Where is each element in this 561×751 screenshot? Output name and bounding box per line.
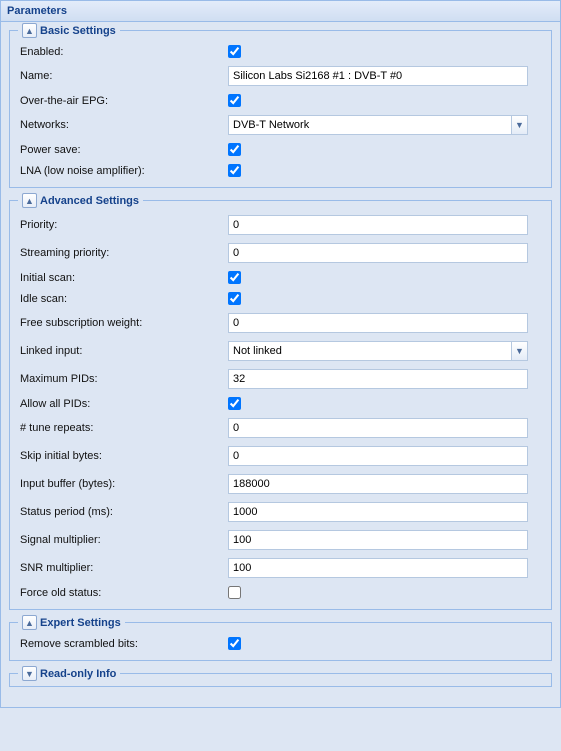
label-forceold: Force old status: xyxy=(20,587,228,599)
row-powersave: Power save: xyxy=(20,139,541,160)
snrmult-input[interactable] xyxy=(228,558,528,578)
label-lna: LNA (low noise amplifier): xyxy=(20,165,228,177)
row-linked: Linked input: ▼ xyxy=(20,337,541,365)
panel-title: Parameters xyxy=(1,1,560,22)
row-removescr: Remove scrambled bits: xyxy=(20,633,541,654)
freesub-input[interactable] xyxy=(228,313,528,333)
label-priority: Priority: xyxy=(20,219,228,231)
label-statusper: Status period (ms): xyxy=(20,506,228,518)
streamprio-input[interactable] xyxy=(228,243,528,263)
label-allowpids: Allow all PIDs: xyxy=(20,398,228,410)
tunerep-input[interactable] xyxy=(228,418,528,438)
row-skipbytes: Skip initial bytes: xyxy=(20,442,541,470)
readonly-info-title: Read-only Info xyxy=(40,668,116,680)
label-skipbytes: Skip initial bytes: xyxy=(20,450,228,462)
label-name: Name: xyxy=(20,70,228,82)
row-priority: Priority: xyxy=(20,211,541,239)
label-initscan: Initial scan: xyxy=(20,272,228,284)
linked-combo[interactable]: ▼ xyxy=(228,341,528,361)
removescr-checkbox[interactable] xyxy=(228,637,241,650)
advanced-settings-title: Advanced Settings xyxy=(40,195,139,207)
chevron-down-icon[interactable]: ▼ xyxy=(511,115,528,135)
row-enabled: Enabled: xyxy=(20,41,541,62)
row-initscan: Initial scan: xyxy=(20,267,541,288)
linked-input[interactable] xyxy=(228,341,511,361)
name-input[interactable] xyxy=(228,66,528,86)
collapse-up-icon[interactable]: ▲ xyxy=(22,615,37,630)
row-freesub: Free subscription weight: xyxy=(20,309,541,337)
row-lna: LNA (low noise amplifier): xyxy=(20,160,541,181)
label-streamprio: Streaming priority: xyxy=(20,247,228,259)
label-powersave: Power save: xyxy=(20,144,228,156)
collapse-up-icon[interactable]: ▲ xyxy=(22,193,37,208)
advanced-settings-fieldset: ▲ Advanced Settings Priority: Streaming … xyxy=(9,200,552,610)
collapse-down-icon[interactable]: ▼ xyxy=(22,666,37,681)
row-statusper: Status period (ms): xyxy=(20,498,541,526)
networks-input[interactable] xyxy=(228,115,511,135)
label-freesub: Free subscription weight: xyxy=(20,317,228,329)
basic-settings-fieldset: ▲ Basic Settings Enabled: Name: Over-the… xyxy=(9,30,552,188)
idlescan-checkbox[interactable] xyxy=(228,292,241,305)
statusper-input[interactable] xyxy=(228,502,528,522)
skipbytes-input[interactable] xyxy=(228,446,528,466)
expert-settings-title: Expert Settings xyxy=(40,617,121,629)
row-idlescan: Idle scan: xyxy=(20,288,541,309)
basic-settings-title: Basic Settings xyxy=(40,25,116,37)
epg-checkbox[interactable] xyxy=(228,94,241,107)
row-allowpids: Allow all PIDs: xyxy=(20,393,541,414)
maxpids-input[interactable] xyxy=(228,369,528,389)
label-tunerep: # tune repeats: xyxy=(20,422,228,434)
enabled-checkbox[interactable] xyxy=(228,45,241,58)
powersave-checkbox[interactable] xyxy=(228,143,241,156)
allowpids-checkbox[interactable] xyxy=(228,397,241,410)
label-linked: Linked input: xyxy=(20,345,228,357)
label-networks: Networks: xyxy=(20,119,228,131)
chevron-down-icon[interactable]: ▼ xyxy=(511,341,528,361)
label-snrmult: SNR multiplier: xyxy=(20,562,228,574)
label-removescr: Remove scrambled bits: xyxy=(20,638,228,650)
expert-settings-legend: ▲ Expert Settings xyxy=(18,615,125,630)
row-maxpids: Maximum PIDs: xyxy=(20,365,541,393)
label-idlescan: Idle scan: xyxy=(20,293,228,305)
networks-combo[interactable]: ▼ xyxy=(228,115,528,135)
label-maxpids: Maximum PIDs: xyxy=(20,373,228,385)
label-enabled: Enabled: xyxy=(20,46,228,58)
readonly-info-legend: ▼ Read-only Info xyxy=(18,666,120,681)
row-networks: Networks: ▼ xyxy=(20,111,541,139)
basic-settings-legend: ▲ Basic Settings xyxy=(18,23,120,38)
collapse-up-icon[interactable]: ▲ xyxy=(22,23,37,38)
row-epg: Over-the-air EPG: xyxy=(20,90,541,111)
readonly-info-fieldset: ▼ Read-only Info xyxy=(9,673,552,687)
row-sigmult: Signal multiplier: xyxy=(20,526,541,554)
forceold-checkbox[interactable] xyxy=(228,586,241,599)
inputbuf-input[interactable] xyxy=(228,474,528,494)
lna-checkbox[interactable] xyxy=(228,164,241,177)
label-sigmult: Signal multiplier: xyxy=(20,534,228,546)
row-inputbuf: Input buffer (bytes): xyxy=(20,470,541,498)
panel-body: ▲ Basic Settings Enabled: Name: Over-the… xyxy=(1,22,560,707)
expert-settings-fieldset: ▲ Expert Settings Remove scrambled bits: xyxy=(9,622,552,661)
row-tunerep: # tune repeats: xyxy=(20,414,541,442)
advanced-settings-legend: ▲ Advanced Settings xyxy=(18,193,143,208)
row-snrmult: SNR multiplier: xyxy=(20,554,541,582)
label-inputbuf: Input buffer (bytes): xyxy=(20,478,228,490)
label-epg: Over-the-air EPG: xyxy=(20,95,228,107)
sigmult-input[interactable] xyxy=(228,530,528,550)
row-forceold: Force old status: xyxy=(20,582,541,603)
initscan-checkbox[interactable] xyxy=(228,271,241,284)
row-name: Name: xyxy=(20,62,541,90)
row-streamprio: Streaming priority: xyxy=(20,239,541,267)
parameters-panel: Parameters ▲ Basic Settings Enabled: Nam… xyxy=(0,0,561,708)
priority-input[interactable] xyxy=(228,215,528,235)
